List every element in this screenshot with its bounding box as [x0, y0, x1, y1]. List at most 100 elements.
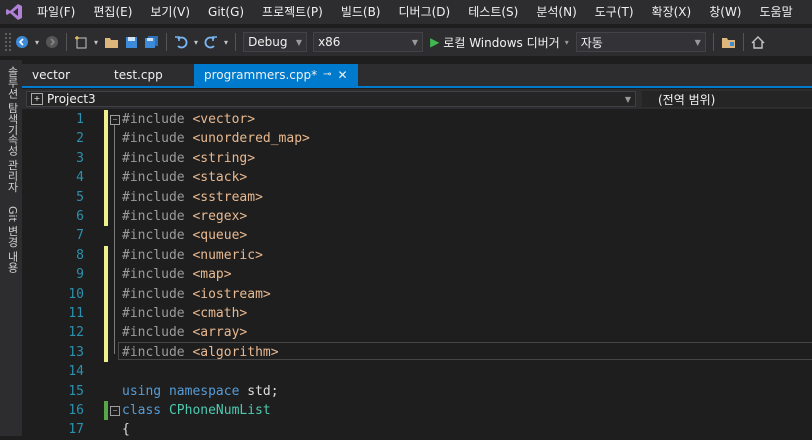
menu-bar: 파일(F) 편집(E) 보기(V) Git(G) 프로젝트(P) 빌드(B) 디…: [0, 0, 812, 24]
change-indicator: [104, 207, 108, 227]
project-icon: +: [31, 93, 43, 105]
line-number: 14: [68, 364, 84, 380]
code-line: 2 #include <unordered_map>: [22, 129, 812, 149]
new-dropdown-icon[interactable]: ▾: [91, 32, 101, 52]
undo-icon[interactable]: [171, 32, 191, 52]
menu-build[interactable]: 빌드(B): [332, 0, 390, 24]
code-line: 4 #include <stack>: [22, 168, 812, 188]
code-text: #include <algorithm>: [122, 344, 279, 360]
code-editor[interactable]: 1 − #include <vector> 2 #include <unorde…: [22, 110, 812, 439]
code-text: {: [122, 422, 130, 438]
redo-icon[interactable]: [201, 32, 221, 52]
chevron-down-icon: ▼: [624, 94, 631, 104]
scope-dropdown[interactable]: (전역 범위): [642, 91, 812, 107]
chevron-down-icon: ▼: [411, 37, 419, 47]
change-indicator: [104, 245, 108, 266]
line-number: 10: [68, 286, 84, 302]
git-changes-tab[interactable]: Git 변경 내용: [2, 206, 20, 273]
close-icon[interactable]: ✕: [338, 64, 348, 86]
menu-analyze[interactable]: 분석(N): [527, 0, 585, 24]
line-number: 6: [76, 209, 84, 224]
undo-dropdown-icon[interactable]: ▾: [191, 32, 201, 52]
line-number: 9: [76, 267, 84, 283]
solution-platform-dropdown[interactable]: x86 ▼: [313, 32, 424, 52]
change-indicator: [104, 304, 108, 324]
home-icon[interactable]: [748, 32, 768, 52]
collapse-icon[interactable]: −: [110, 115, 120, 125]
code-text: #include <numeric>: [122, 247, 263, 263]
menu-file[interactable]: 파일(F): [28, 0, 84, 24]
menu-project[interactable]: 프로젝트(P): [253, 0, 332, 24]
change-indicator: [104, 110, 108, 130]
code-text: #include <regex>: [122, 209, 248, 224]
menu-window[interactable]: 창(W): [700, 0, 750, 24]
toolbar-separator: [66, 33, 68, 51]
forward-icon[interactable]: [42, 32, 62, 52]
scope-label: (전역 범위): [658, 92, 716, 107]
code-line: 14: [22, 362, 812, 381]
code-text: #include <string>: [122, 150, 256, 166]
back-dropdown-icon[interactable]: ▾: [32, 32, 42, 52]
menu-debug[interactable]: 디버그(D): [390, 0, 460, 24]
menu-test[interactable]: 테스트(S): [459, 0, 527, 24]
tab-programmers-cpp[interactable]: programmers.cpp* ⊸ ✕: [194, 64, 358, 86]
save-icon[interactable]: [122, 32, 141, 52]
line-number: 1: [76, 112, 84, 127]
line-number: 17: [68, 422, 84, 438]
code-text: #include <vector>: [122, 112, 256, 127]
save-all-icon[interactable]: [141, 32, 162, 52]
collapse-icon[interactable]: −: [110, 406, 120, 416]
line-number: 5: [76, 189, 84, 205]
code-line: 17 {: [22, 420, 812, 439]
toolbar-grip[interactable]: [4, 32, 12, 52]
change-indicator: [104, 284, 108, 304]
toolbar-separator: [166, 33, 168, 51]
menu-extensions[interactable]: 확장(X): [643, 0, 701, 24]
open-folder-icon[interactable]: [101, 32, 122, 52]
start-debugging-label: 로컬 Windows 디버거: [443, 35, 560, 50]
line-number: 11: [68, 306, 84, 321]
start-debugging-button[interactable]: ▶ 로컬 Windows 디버거 ▾: [430, 34, 569, 51]
code-text: #include <stack>: [122, 170, 248, 186]
play-icon: ▶: [430, 35, 440, 49]
solution-explorer-tab[interactable]: 솔루션 탐색기: [2, 66, 20, 136]
debug-target-dropdown[interactable]: 자동 ▼: [575, 32, 706, 52]
solution-configuration-dropdown[interactable]: Debug ▼: [243, 32, 308, 52]
standard-toolbar: ▾ ▾ ▾ ▾ Debug ▼ x86 ▼ ▶ 로컬 Windows 디버거 ▾…: [0, 28, 812, 56]
tab-label: programmers.cpp*: [204, 68, 318, 82]
pin-icon[interactable]: ⊸: [323, 64, 331, 86]
document-tab-strip: vector test.cpp programmers.cpp* ⊸ ✕: [22, 64, 812, 86]
project-name: Project3: [47, 92, 96, 106]
code-line: 15 using namespace std;: [22, 382, 812, 401]
toolbar-separator: [742, 33, 744, 51]
property-manager-tab[interactable]: 속성 관리자: [2, 134, 20, 193]
line-number: 15: [68, 383, 84, 399]
redo-dropdown-icon[interactable]: ▾: [221, 32, 231, 52]
folder-search-icon[interactable]: [718, 32, 739, 52]
back-icon[interactable]: [12, 32, 32, 52]
project-dropdown[interactable]: + Project3 ▼: [26, 91, 636, 107]
tab-test-cpp[interactable]: test.cpp: [104, 64, 194, 86]
left-tool-window-rail: 솔루션 탐색기 속성 관리자 Git 변경 내용: [0, 60, 22, 436]
tab-vector[interactable]: vector: [22, 64, 104, 86]
chevron-down-icon[interactable]: ▾: [565, 38, 569, 47]
new-project-icon[interactable]: [71, 32, 91, 52]
solution-configuration-value: Debug: [248, 35, 288, 49]
visual-studio-logo-icon[interactable]: [0, 0, 28, 24]
menu-help[interactable]: 도움말: [751, 0, 802, 24]
code-line: 12 #include <array>: [22, 323, 812, 343]
menu-tools[interactable]: 도구(T): [586, 0, 643, 24]
code-text: #include <map>: [122, 267, 232, 283]
code-line: 10 #include <iostream>: [22, 284, 812, 304]
change-indicator: [104, 168, 108, 188]
debug-target-value: 자동: [580, 35, 603, 50]
chevron-down-icon: ▼: [694, 37, 701, 47]
solution-platform-value: x86: [318, 35, 341, 49]
menu-edit[interactable]: 편집(E): [84, 0, 141, 24]
menu-view[interactable]: 보기(V): [141, 0, 199, 24]
menu-git[interactable]: Git(G): [199, 0, 253, 24]
change-indicator: [104, 265, 108, 285]
line-number: 8: [76, 247, 84, 263]
change-indicator: [104, 342, 108, 363]
code-line: 5 #include <sstream>: [22, 187, 812, 207]
